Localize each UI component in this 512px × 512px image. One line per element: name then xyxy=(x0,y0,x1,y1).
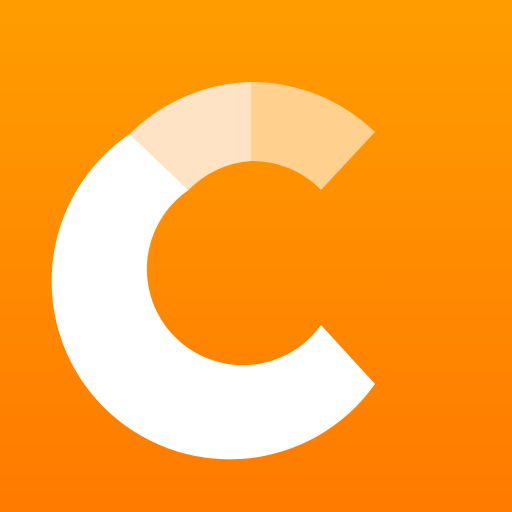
app-icon xyxy=(0,0,512,512)
c-top-right-segment xyxy=(251,81,375,190)
letter-c-segmented-ring-icon xyxy=(51,81,375,460)
